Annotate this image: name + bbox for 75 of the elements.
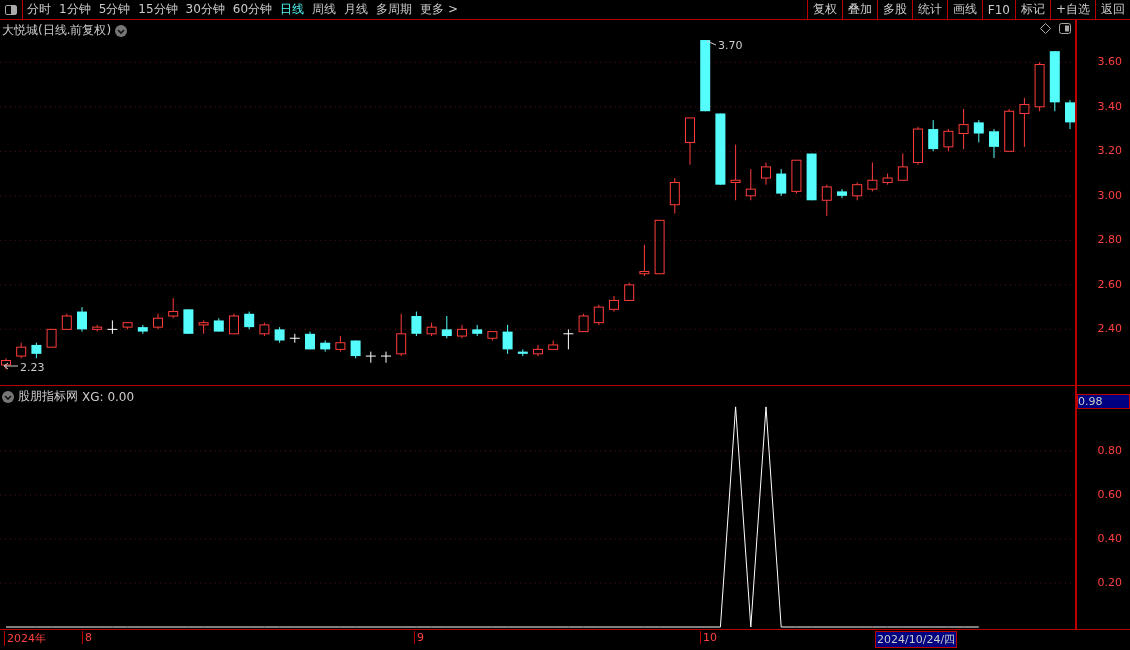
date-label: 8 [82,631,92,644]
period-tab[interactable]: 30分钟 [181,0,229,19]
period-tab[interactable]: 5分钟 [94,0,135,19]
candlestick [730,144,741,201]
toolbar-button[interactable]: 多股 [876,0,912,19]
period-tab[interactable]: 15分钟 [134,0,182,19]
toolbar-button[interactable]: 叠加 [841,0,877,19]
candlestick [609,295,619,313]
toolbar-button[interactable]: 返回 [1095,0,1130,19]
series-name: XG [82,389,100,404]
candlestick [396,313,407,357]
candlestick [411,311,422,337]
candlestick [973,119,984,143]
arrow-icon [3,362,19,370]
candlestick [913,126,923,166]
candlestick [761,161,771,186]
candlestick [533,344,543,357]
candlestick [502,324,513,355]
date-label: 10 [700,631,717,644]
cursor-date: 2024/10/24/四 [875,631,958,648]
axis-tick-label: 3.20 [1097,144,1122,158]
axis-tick-label: 3.00 [1097,188,1122,202]
diamond-icon[interactable] [1040,23,1051,34]
candlestick [153,313,163,330]
candlestick [852,181,863,201]
period-tab[interactable]: 周线 [308,0,341,19]
axis-tick-label: 0.40 [1097,531,1122,545]
indicator-name: 股朋指标网 [18,388,78,405]
candlestick [928,119,939,152]
candlestick [106,319,118,335]
cursor-value: 0.98 [1077,394,1130,409]
toolbar-button[interactable]: 画线 [946,0,982,19]
chart-title: 大悦城(日线.前复权) [2,22,112,39]
period-tab[interactable]: 60分钟 [228,0,277,19]
axis-tick-label: 2.40 [1097,322,1122,336]
candlestick [77,306,87,333]
candlestick [1034,61,1045,112]
axis-tick-label: 2.80 [1097,233,1122,247]
dropdown-icon[interactable] [115,24,128,37]
toolbar-button[interactable]: 标记 [1014,0,1050,19]
candlestick [989,128,999,159]
period-tab[interactable]: 更多 > [416,0,462,19]
date-label: 9 [414,631,424,644]
period-tab[interactable]: 日线 [276,0,309,19]
toolbar-button[interactable]: +自选 [1049,0,1095,19]
axis-tick-label: 3.60 [1097,55,1122,69]
min-price-label: 2.23 [20,361,45,374]
axis-tick-label: 0.20 [1097,575,1122,589]
panel-icon[interactable] [1059,23,1071,34]
period-tab[interactable]: 多周期 [372,0,417,19]
candlestick [441,315,452,339]
period-tab[interactable]: 月线 [340,0,373,19]
candlestick [562,328,574,350]
toolbar-button[interactable]: 复权 [806,0,842,19]
candlestick [380,351,392,364]
axis-tick-label: 2.60 [1097,277,1122,291]
axis-tick-label: 0.60 [1097,487,1122,501]
axis-tick-label: 3.40 [1097,99,1122,113]
candlestick [776,168,787,197]
max-price-label: 3.70 [718,39,743,52]
candlestick [457,324,467,339]
candlestick [669,177,680,215]
candlestick [1065,99,1075,130]
axis-tick-label: 0.80 [1097,443,1122,457]
leader-line [706,40,717,46]
candlestick [958,108,969,150]
dropdown-icon[interactable] [2,390,14,403]
period-tab[interactable]: 1分钟 [55,0,95,19]
candlestick [745,168,756,201]
indicator-reading: : 0.00 [99,389,135,404]
toolbar-button[interactable]: F10 [981,0,1015,19]
date-label: 2024年 [4,631,46,646]
candlestick [639,244,650,277]
toolbar-button[interactable]: 统计 [911,0,947,19]
period-tab[interactable]: 分时 [23,0,55,19]
